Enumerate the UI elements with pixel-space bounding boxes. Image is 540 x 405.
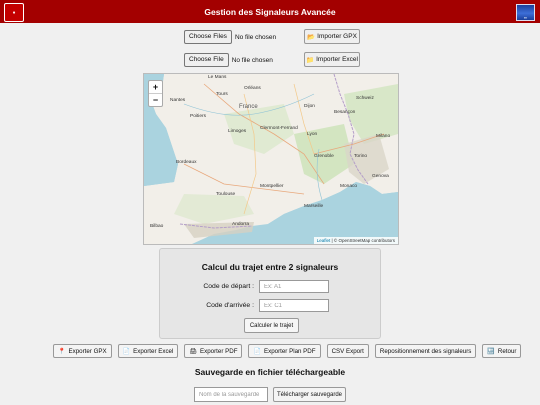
map-label-france: France [239,104,258,110]
map-label-limoges: Limoges [228,129,247,134]
export-toolbar: 📍 Exporter GPX 📄 Exporter Excel 🖨 Export… [53,344,527,358]
download-save-button[interactable]: Télécharger sauvegarde [273,387,346,402]
import-gpx-button[interactable]: 📂 Importer GPX [304,29,360,44]
map-label-milano: Milano [376,134,391,139]
map-label-le-mans: Le Mans [208,75,227,80]
excel-file-picker: Choose File No file chosen [184,53,273,67]
reposition-signalers-button[interactable]: Repositionnement des signaleurs [374,344,477,358]
route-calculator-title: Calcul du trajet entre 2 signaleurs [201,262,339,272]
back-label: Retour [497,347,517,355]
map-label-dijon: Dijon [304,104,315,109]
back-button[interactable]: 🔙 Retour [482,344,522,358]
map-label-schweiz: Schweiz [356,96,374,101]
route-calculator-panel: Calcul du trajet entre 2 signaleurs Code… [159,248,381,339]
map-label-bordeaux: Bordeaux [176,160,197,165]
import-excel-label: Importer Excel [316,56,358,63]
import-excel-button[interactable]: 📁 Importer Excel [304,52,360,67]
save-section-title: Sauvegarde en fichier téléchargeable [194,367,346,377]
page-title: Gestion des Signaleurs Avancée [204,6,336,17]
folder-icon: 📁 [306,56,315,64]
pin-icon: 📍 [58,348,66,355]
app-header: ♦ Gestion des Signaleurs Avancée ▪▪ [0,0,540,23]
zoom-out-button[interactable]: − [149,93,162,106]
map-label-tours: Tours [216,92,228,97]
map-label-torino: Torino [354,154,368,159]
end-code-label: Code d'arrivée : [206,302,254,309]
start-code-input[interactable] [259,280,329,293]
map-label-monaco: Monaco [340,184,358,189]
excel-file-status: No file chosen [231,56,273,64]
page-icon: 📄 [253,348,261,355]
export-plan-pdf-button[interactable]: 📄 Exporter Plan PDF [248,344,321,358]
csv-export-label: CSV Export [331,347,364,355]
folder-open-icon: 📂 [307,33,316,41]
map-label-lyon: Lyon [307,132,318,137]
map-label-grenoble: Grenoble [314,154,334,159]
brand-logo: ♦ [4,3,24,22]
map-label-genova: Genova [372,174,389,179]
map-attribution: Leaflet | © OpenStreetMap contributors [313,237,398,244]
excel-choose-file-button[interactable]: Choose File [184,53,229,67]
map-label-besancon: Besançon [334,110,356,115]
map-label-poitiers: Poitiers [190,114,206,119]
map-view[interactable]: + − Le Mans Orléans France Tours Poitier… [143,73,399,245]
export-gpx-button[interactable]: 📍 Exporter GPX [53,344,112,358]
reposition-signalers-label: Repositionnement des signaleurs [379,347,472,355]
osm-attribution-text: | © OpenStreetMap contributors [330,238,395,243]
map-label-bilbao: Bilbao [150,224,164,229]
map-label-orleans: Orléans [244,86,261,91]
partner-logo: ▪▪ [516,4,535,21]
save-name-input[interactable] [194,387,268,402]
export-pdf-label: Exporter PDF [200,347,238,355]
map-label-marseille: Marseille [304,204,324,209]
map-label-nantes: Nantes [170,98,186,103]
export-excel-button[interactable]: 📄 Exporter Excel [117,344,179,358]
csv-export-button[interactable]: CSV Export [326,344,369,358]
gpx-file-picker: Choose Files No file chosen [184,30,276,44]
back-arrow-icon: 🔙 [487,348,495,355]
export-pdf-button[interactable]: 🖨 Exporter PDF [184,344,243,358]
zoom-control: + − [148,80,163,107]
map-label-andorra: Andorra [232,222,250,227]
map-label-montpellier: Montpellier [260,184,284,189]
zoom-in-button[interactable]: + [149,81,162,93]
end-code-input[interactable] [259,299,329,312]
map-label-clermont: Clermont-Ferrand [260,126,298,131]
document-icon: 📄 [122,348,131,355]
calculate-route-button[interactable]: Calculer le trajet [244,318,299,333]
import-gpx-label: Importer GPX [317,33,357,40]
export-plan-pdf-label: Exporter Plan PDF [263,347,316,355]
start-code-label: Code de départ : [203,283,254,290]
export-excel-label: Exporter Excel [133,347,174,355]
export-gpx-label: Exporter GPX [68,347,107,355]
gpx-choose-files-button[interactable]: Choose Files [184,30,232,44]
map-label-toulouse: Toulouse [216,192,236,197]
leaflet-link[interactable]: Leaflet [317,238,331,243]
printer-icon: 🖨 [189,348,197,355]
gpx-file-status: No file chosen [234,33,277,41]
